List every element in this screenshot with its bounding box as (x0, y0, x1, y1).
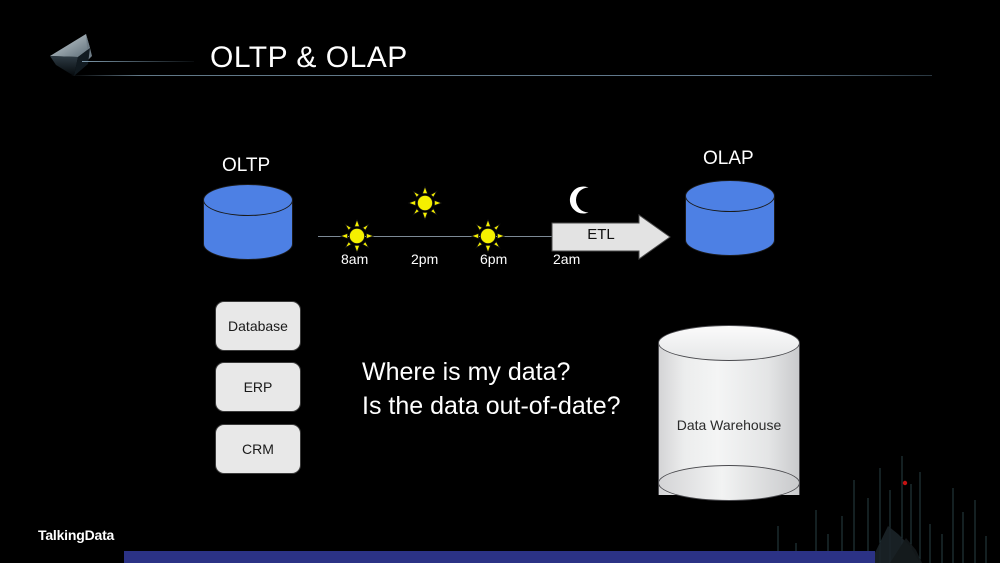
source-box-erp[interactable]: ERP (215, 362, 301, 412)
question-line-1: Where is my data? (362, 358, 571, 386)
question-text-block: Where is my data? Is the data out-of-dat… (362, 355, 621, 423)
timeline-label-2: 6pm (480, 251, 508, 267)
cylinder-top (203, 184, 293, 216)
timeline-label-1: 2pm (411, 251, 439, 267)
olap-database-cylinder (685, 180, 775, 260)
source-box-label: CRM (242, 441, 274, 457)
cylinder-bottom (658, 465, 800, 501)
etl-label: ETL (587, 226, 615, 243)
source-box-crm[interactable]: CRM (215, 424, 301, 474)
oltp-database-cylinder (203, 184, 293, 264)
header-accent-line (82, 61, 194, 62)
city-skyline-decoration (770, 438, 1000, 563)
header-divider-line (70, 75, 932, 76)
footer-accent-bar (124, 551, 875, 563)
page-title: OLTP & OLAP (210, 41, 408, 74)
slide-canvas: OLTP & OLAP OLTP OLAP 8am 2pm 6pm 2am ET… (0, 0, 1000, 563)
sun-icon (407, 185, 443, 225)
data-warehouse-label: Data Warehouse (676, 417, 782, 433)
timeline-label-0: 8am (341, 251, 369, 267)
olap-caption: OLAP (703, 148, 754, 169)
data-warehouse-cylinder: Data Warehouse (658, 325, 800, 505)
cylinder-top (685, 180, 775, 212)
source-box-label: ERP (243, 379, 273, 395)
source-box-database[interactable]: Database (215, 301, 301, 351)
source-box-label: Database (228, 318, 288, 334)
footer-wordmark: TalkingData (38, 527, 115, 543)
cylinder-top (658, 325, 800, 361)
oltp-caption: OLTP (222, 155, 271, 176)
question-line-2: Is the data out-of-date? (362, 392, 621, 420)
